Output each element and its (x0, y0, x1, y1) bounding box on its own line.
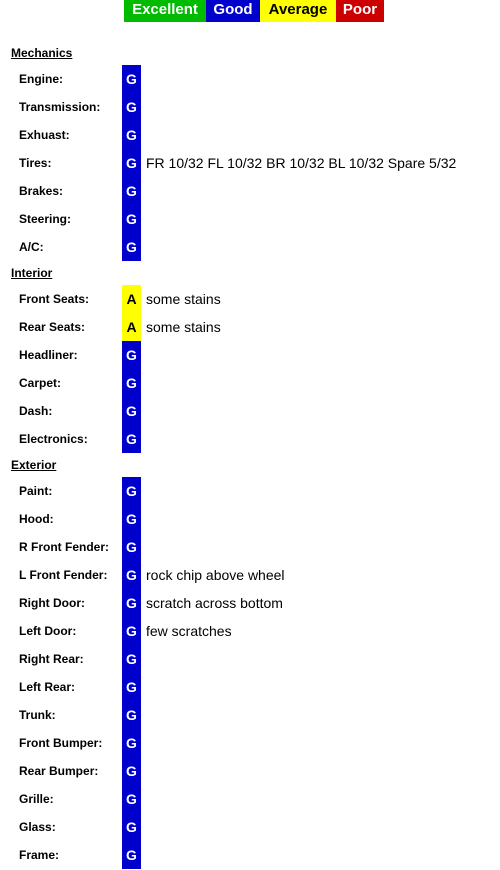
row-note: scratch across bottom (146, 595, 283, 611)
row-label: Front Bumper: (19, 736, 103, 750)
row-label: Brakes: (19, 184, 64, 198)
row-label: Exhuast: (19, 128, 70, 142)
grade-badge: G (122, 533, 141, 561)
grade-badge: G (122, 341, 141, 369)
row-note: few scratches (146, 623, 232, 639)
report-row: Carpet: G (0, 369, 500, 397)
section-heading-interior: Interior (11, 266, 53, 280)
section-heading-mechanics: Mechanics (11, 46, 73, 60)
grade-badge: G (122, 617, 141, 645)
row-label: Right Rear: (19, 652, 84, 666)
row-label: Dash: (19, 404, 53, 418)
grade-badge: G (122, 149, 141, 177)
report-row: Frame: G (0, 841, 500, 869)
grade-badge: G (122, 397, 141, 425)
report-row: A/C: G (0, 233, 500, 261)
grade-badge: G (122, 589, 141, 617)
report-row: Front Seats: Asome stains (0, 285, 500, 313)
grade-badge: A (122, 285, 141, 313)
report-row: Trunk: G (0, 701, 500, 729)
row-label: Left Door: (19, 624, 77, 638)
row-label: Rear Bumper: (19, 764, 99, 778)
report-row: Brakes: G (0, 177, 500, 205)
report-row: Exhuast: G (0, 121, 500, 149)
row-label: Tires: (19, 156, 52, 170)
row-label: Transmission: (19, 100, 101, 114)
grade-badge: G (122, 369, 141, 397)
row-label: Hood: (19, 512, 54, 526)
grade-badge: G (122, 701, 141, 729)
report-row: Left Door: Gfew scratches (0, 617, 500, 645)
grade-badge: G (122, 813, 141, 841)
report-row: Right Door: Gscratch across bottom (0, 589, 500, 617)
grade-badge: G (122, 233, 141, 261)
grade-badge: G (122, 785, 141, 813)
report-row: Grille: G (0, 785, 500, 813)
row-note: some stains (146, 319, 221, 335)
grade-badge: G (122, 425, 141, 453)
grade-badge: G (122, 177, 141, 205)
row-label: Electronics: (19, 432, 88, 446)
legend-poor: Poor (336, 0, 384, 22)
grade-badge: G (122, 841, 141, 869)
grade-legend: Excellent Good Average Poor (124, 0, 384, 22)
grade-badge: G (122, 205, 141, 233)
grade-badge: G (122, 121, 141, 149)
report-row: Headliner: G (0, 341, 500, 369)
row-label: Left Rear: (19, 680, 76, 694)
grade-badge: G (122, 65, 141, 93)
report-row: Dash: G (0, 397, 500, 425)
row-label: Carpet: (19, 376, 62, 390)
grade-badge: G (122, 729, 141, 757)
grade-badge: G (122, 757, 141, 785)
grade-badge: G (122, 477, 141, 505)
section-heading-exterior: Exterior (11, 458, 57, 472)
row-label: Engine: (19, 72, 63, 86)
grade-badge: G (122, 561, 141, 589)
row-label: Grille: (19, 792, 54, 806)
row-label: Front Seats: (19, 292, 90, 306)
row-label: L Front Fender: (19, 568, 108, 582)
grade-badge: G (122, 93, 141, 121)
report-row: Paint: G (0, 477, 500, 505)
grade-badge: G (122, 505, 141, 533)
row-note: rock chip above wheel (146, 567, 285, 583)
report-row: Front Bumper: G (0, 729, 500, 757)
report-row: R Front Fender: G (0, 533, 500, 561)
legend-average: Average (260, 0, 336, 22)
row-label: Frame: (19, 848, 60, 862)
legend-excellent: Excellent (124, 0, 206, 22)
report-row: Rear Seats: Asome stains (0, 313, 500, 341)
row-note: some stains (146, 291, 221, 307)
row-label: Headliner: (19, 348, 78, 362)
row-label: Rear Seats: (19, 320, 86, 334)
report-row: Transmission: G (0, 93, 500, 121)
row-note: FR 10/32 FL 10/32 BR 10/32 BL 10/32 Spar… (146, 155, 457, 171)
grade-badge: G (122, 645, 141, 673)
report-row: L Front Fender: Grock chip above wheel (0, 561, 500, 589)
row-label: Right Door: (19, 596, 85, 610)
row-label: A/C: (19, 240, 44, 254)
row-label: Paint: (19, 484, 53, 498)
row-label: R Front Fender: (19, 540, 109, 554)
legend-good: Good (206, 0, 260, 22)
grade-badge: A (122, 313, 141, 341)
report-row: Hood: G (0, 505, 500, 533)
report-row: Electronics: G (0, 425, 500, 453)
report-row: Steering: G (0, 205, 500, 233)
row-label: Glass: (19, 820, 56, 834)
report-row: Glass: G (0, 813, 500, 841)
row-label: Steering: (19, 212, 72, 226)
report-row: Rear Bumper: G (0, 757, 500, 785)
report-row: Left Rear: G (0, 673, 500, 701)
grade-badge: G (122, 673, 141, 701)
report-row: Engine: G (0, 65, 500, 93)
report-row: Tires: G FR 10/32 FL 10/32 BR 10/32 BL 10/… (0, 149, 500, 177)
row-label: Trunk: (19, 708, 56, 722)
report-row: Right Rear: G (0, 645, 500, 673)
